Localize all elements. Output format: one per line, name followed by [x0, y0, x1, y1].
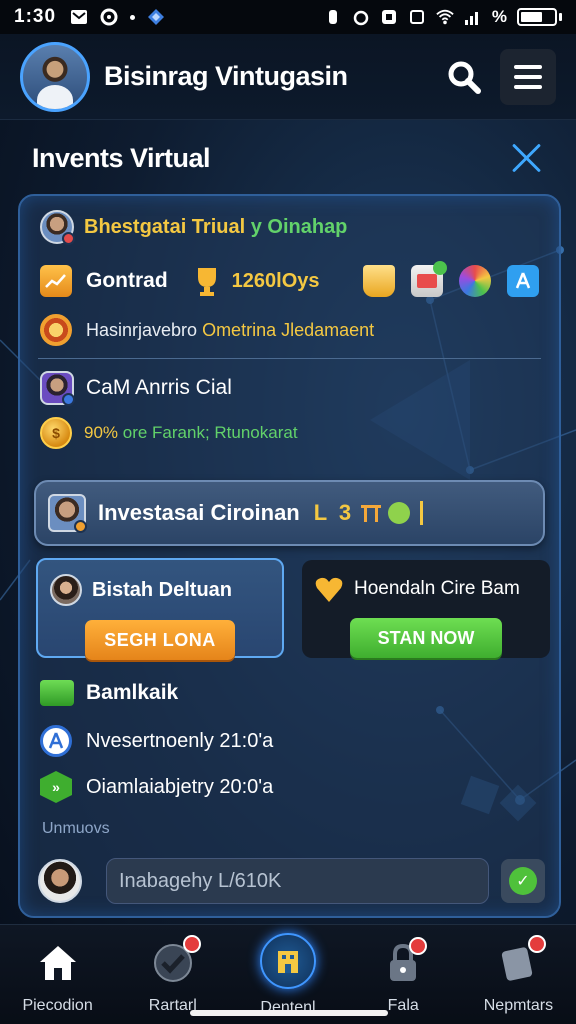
menu-button[interactable] [500, 48, 556, 105]
search-button[interactable] [442, 55, 486, 99]
info-row: Hasinrjavebro Ometrina Jledamaent [40, 314, 539, 346]
bar-divider [420, 501, 424, 525]
hexagon-icon: » [40, 771, 72, 803]
heart-shield-icon [315, 577, 343, 602]
list-item[interactable]: » Oiamlaiabjetry 20:0'a [40, 770, 539, 804]
nav-item-home[interactable]: Piecodion [0, 925, 115, 1024]
battery-icon [517, 8, 562, 26]
alarm-icon [353, 10, 369, 26]
rainbow-app-icon[interactable] [459, 265, 491, 297]
sync-icon [100, 8, 118, 26]
stats-row: Gontrad 1260lOys [40, 261, 539, 300]
user-avatar [40, 210, 75, 245]
coin-icon: $ [40, 417, 72, 449]
right-card-title: Hoendaln Cire Bam [354, 578, 520, 599]
trophy-icon [197, 268, 216, 296]
left-card-button[interactable]: SEGH LONA [85, 620, 235, 660]
money-icon [40, 680, 74, 706]
list-heading-row: Bamlkaik [40, 676, 539, 710]
cell-signal-icon [464, 12, 478, 25]
divider [38, 358, 541, 359]
app-header: Bisinrag Vintugasin [0, 34, 576, 120]
app-title: Bisinrag Vintugasin [104, 61, 348, 91]
nav-label: Fala [387, 997, 419, 1014]
info-highlight: Ometrina Jledamaent [202, 319, 375, 340]
investment-extra: L 3 [313, 500, 355, 525]
device-icon [494, 935, 547, 987]
lock-icon [379, 937, 428, 987]
status-time: 1:30 [14, 6, 57, 27]
app-store-icon[interactable] [507, 265, 539, 297]
list-item[interactable]: Nvesertnoenly 21:0'a [40, 724, 539, 758]
send-button[interactable]: ✓ [501, 859, 545, 903]
list-heading: Bamlkaik [86, 681, 179, 704]
left-promo-card: Bistah Deltuan SEGH LONA [36, 558, 284, 660]
chart-icon [40, 265, 72, 297]
info-text: Hasinrjavebro [86, 319, 203, 340]
card-avatar [50, 574, 82, 606]
main-panel: Bhestgatai Triual y Oinahap Gontrad 1260… [18, 194, 561, 918]
investment-title: Investasai Ciroinan [98, 500, 300, 525]
diamond-app-icon [148, 9, 165, 25]
shield-badge-icon[interactable] [363, 265, 395, 297]
notification-icon [409, 10, 424, 24]
rate-percent: 90% [84, 423, 123, 442]
stats-value: 1260lOys [231, 269, 320, 292]
torii-icon [361, 505, 382, 522]
nfc-icon [381, 10, 396, 24]
list-item-text: Nvesertnoenly 21:0'a [86, 729, 274, 752]
footer-label: Unmuovs [42, 820, 110, 837]
nav-label: Piecodion [22, 997, 93, 1014]
search-icon [448, 61, 481, 94]
building-icon [260, 933, 316, 989]
contact-avatar [40, 371, 75, 406]
gift-icon[interactable] [411, 261, 447, 297]
contact-row[interactable]: CaM Anrris Cial [40, 370, 539, 406]
profile-subtitle: y Oinahap [245, 215, 348, 238]
right-promo-card: Hoendaln Cire Bam STAN NOW [302, 560, 550, 658]
nav-item-devices[interactable]: Nepmtars [461, 925, 576, 1024]
checklist-icon [149, 935, 201, 987]
start-now-button[interactable]: STAN NOW [350, 618, 502, 658]
left-card-title: Bistah Deltuan [92, 578, 233, 601]
investor-avatar [48, 494, 87, 533]
chat-input[interactable] [106, 858, 489, 904]
list-item-text: Oiamlaiabjetry 20:0'a [86, 775, 274, 798]
vibrate-icon [328, 10, 337, 24]
dot-icon [130, 14, 136, 20]
contact-name: CaM Anrris Cial [86, 376, 232, 399]
mail-icon [71, 10, 88, 24]
signal-text: % [491, 7, 507, 26]
check-icon: ✓ [509, 867, 537, 895]
home-icon [34, 939, 82, 987]
hamburger-icon [514, 64, 542, 69]
smile-icon [388, 502, 411, 524]
rate-text: ore Farank; Rtunokarat [122, 423, 298, 442]
status-bar: 1:30 % [0, 0, 576, 34]
chat-avatar [38, 859, 82, 903]
wifi-icon [436, 9, 454, 25]
chat-row: ✓ [38, 856, 545, 906]
section-title: Invents Virtual [32, 142, 211, 173]
rate-row: $ 90% ore Farank; Rtunokarat [40, 416, 539, 450]
profile-name: Bhestgatai Triual [84, 215, 246, 238]
investment-button[interactable]: Investasai Ciroinan L 3 [34, 480, 545, 546]
stats-label: Gontrad [86, 269, 168, 292]
bottom-navigation: Piecodion Rartarl Dentenl Fala Nepmtars [0, 924, 576, 1024]
section-header: Invents Virtual [0, 138, 576, 178]
profile-row[interactable]: Bhestgatai Triual y Oinahap [40, 210, 539, 245]
medal-icon [40, 314, 72, 346]
close-icon[interactable] [510, 141, 544, 175]
nav-label: Nepmtars [483, 997, 554, 1014]
home-indicator[interactable] [190, 1010, 388, 1016]
location-icon [40, 725, 72, 757]
profile-avatar[interactable] [20, 41, 90, 112]
